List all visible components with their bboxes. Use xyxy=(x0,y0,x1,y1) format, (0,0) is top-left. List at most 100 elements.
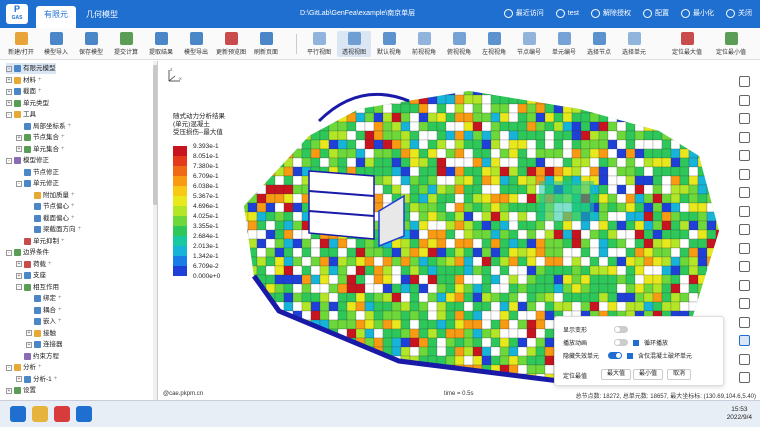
config-button[interactable]: 配置 xyxy=(643,8,669,18)
tree-node[interactable]: + 截面 + xyxy=(6,86,42,97)
refresh-icon[interactable] xyxy=(739,261,750,272)
minimize-button[interactable]: 最小化 xyxy=(681,8,714,18)
view-btn-9[interactable]: 选择单元 xyxy=(617,31,651,57)
expander-icon[interactable]: + xyxy=(16,146,22,152)
toolbar-btn-3[interactable]: 提交计算 xyxy=(109,31,143,57)
tree-node[interactable]: 梁截面方向 + xyxy=(26,224,81,235)
view-btn-6[interactable]: 节点编号 xyxy=(512,31,546,57)
show-deform-toggle[interactable] xyxy=(614,326,629,333)
tree-node[interactable]: 绑定 + xyxy=(26,293,62,304)
locate-max-button[interactable]: 最大值 xyxy=(601,369,632,380)
expander-icon[interactable]: + xyxy=(16,272,22,279)
toolbar-btn-5[interactable]: 模型导出 xyxy=(179,31,213,57)
expander-icon[interactable]: + xyxy=(26,341,32,348)
expander-icon[interactable]: + xyxy=(16,261,22,267)
expander-icon[interactable]: - xyxy=(16,180,22,187)
tag2-icon[interactable] xyxy=(739,224,750,235)
tab-geometry[interactable]: 几何模型 xyxy=(78,6,126,28)
play-icon[interactable] xyxy=(739,242,750,254)
move-icon[interactable] xyxy=(739,298,750,309)
toolbar-btn-2[interactable]: 保存模型 xyxy=(74,31,108,57)
tree-node[interactable]: + 设置 xyxy=(6,385,36,396)
locate-min-button[interactable]: 最小值 xyxy=(633,369,664,380)
cube-icon[interactable] xyxy=(739,316,750,328)
tag-icon[interactable] xyxy=(739,205,750,217)
expander-icon[interactable]: - xyxy=(6,65,12,72)
expander-icon[interactable]: + xyxy=(16,134,22,141)
locate-btn-0[interactable]: 定位最大值 xyxy=(670,31,704,57)
add-icon[interactable]: + xyxy=(71,201,75,212)
add-icon[interactable]: + xyxy=(58,305,62,316)
expander-icon[interactable]: + xyxy=(6,387,12,394)
tree-node[interactable]: 单元抑制 + xyxy=(16,236,65,247)
pkpm-app-icon[interactable] xyxy=(76,406,92,422)
close-button[interactable]: 关闭 xyxy=(726,8,752,18)
expander-icon[interactable]: + xyxy=(26,330,32,336)
view-btn-7[interactable]: 单元编号 xyxy=(547,31,581,57)
list-icon[interactable] xyxy=(739,94,750,106)
tree-node[interactable]: + 节点集合 + xyxy=(16,132,65,143)
view-btn-2[interactable]: 默认视角 xyxy=(372,31,406,57)
locate-btn-1[interactable]: 定位最小值 xyxy=(714,31,748,57)
view-btn-8[interactable]: 选择节点 xyxy=(582,31,616,57)
help-icon[interactable] xyxy=(739,372,750,383)
folder-icon[interactable] xyxy=(32,406,48,422)
tree-node[interactable]: + 荷载 + xyxy=(16,259,52,270)
view-btn-5[interactable]: 左视视角 xyxy=(477,31,511,57)
add-icon[interactable]: + xyxy=(71,190,75,201)
loop-play-checkbox[interactable] xyxy=(633,339,640,346)
wps-icon[interactable] xyxy=(54,406,70,422)
tree-node[interactable]: 耦合 + xyxy=(26,305,62,316)
add-icon[interactable]: + xyxy=(58,316,62,327)
tree-node[interactable]: 局部坐标系 + xyxy=(16,121,71,132)
expander-icon[interactable]: + xyxy=(6,100,12,106)
tree-node[interactable]: 嵌入 + xyxy=(26,316,62,327)
add-icon[interactable]: + xyxy=(68,121,72,132)
toolbar-btn-7[interactable]: 刷新页面 xyxy=(249,31,283,57)
expander-icon[interactable]: - xyxy=(6,364,12,371)
add-icon[interactable]: + xyxy=(78,224,82,235)
tree-node[interactable]: + 单元类型 xyxy=(6,98,49,109)
tree-node[interactable]: + 分析-1 + xyxy=(16,374,57,385)
play-anim-toggle[interactable] xyxy=(614,339,629,346)
tree-node[interactable]: + 接触 xyxy=(26,328,56,339)
add-icon[interactable]: + xyxy=(54,374,58,385)
add-icon[interactable]: + xyxy=(61,144,65,155)
menu-icon[interactable] xyxy=(739,76,750,87)
tree-node[interactable]: - 分析 + xyxy=(6,362,42,373)
add-icon[interactable]: + xyxy=(38,86,42,97)
cancel-button[interactable]: 取消 xyxy=(667,369,692,380)
toolbar-btn-0[interactable]: 新建/打开 xyxy=(4,31,38,57)
tree-node[interactable]: + 支座 xyxy=(16,270,46,281)
tree-node[interactable]: - 模型修正 xyxy=(6,155,49,166)
hide-failed-toggle[interactable] xyxy=(608,352,623,359)
view-btn-4[interactable]: 俯视视角 xyxy=(442,31,476,57)
view-btn-0[interactable]: 平行视图 xyxy=(302,31,336,57)
hand-icon[interactable] xyxy=(739,150,750,161)
tree-node[interactable]: - 工具 xyxy=(6,109,36,120)
table-icon[interactable] xyxy=(739,335,750,346)
expander-icon[interactable]: - xyxy=(6,249,12,256)
tab-fem[interactable]: 有限元 xyxy=(36,6,76,28)
tree-node[interactable]: 截面偏心 + xyxy=(26,213,75,224)
system-clock[interactable]: 15:53 2022/9/4 xyxy=(727,406,752,422)
tree-node[interactable]: 约束方程 xyxy=(16,351,59,362)
toolbar-btn-4[interactable]: 提取结果 xyxy=(144,31,178,57)
expander-icon[interactable]: - xyxy=(6,157,12,164)
camera-icon[interactable] xyxy=(739,168,750,180)
expander-icon[interactable]: - xyxy=(6,111,12,118)
add-icon[interactable]: + xyxy=(38,362,42,373)
gear-icon[interactable] xyxy=(739,353,750,365)
expand-icon[interactable] xyxy=(739,187,750,198)
user-button[interactable]: test xyxy=(555,8,579,18)
concrete-only-checkbox[interactable] xyxy=(627,352,634,359)
tree-node[interactable]: 节点偏心 + xyxy=(26,201,75,212)
tree-node[interactable]: + 单元集合 + xyxy=(16,144,65,155)
copy-icon[interactable] xyxy=(739,131,750,143)
view-btn-3[interactable]: 前视视角 xyxy=(407,31,441,57)
toolbar-btn-6[interactable]: 更新预览图 xyxy=(214,31,248,57)
tree-node[interactable]: - 相互作用 xyxy=(16,282,59,293)
expander-icon[interactable]: - xyxy=(16,284,22,290)
add-icon[interactable]: + xyxy=(61,236,65,247)
tree-node[interactable]: + 材料 + xyxy=(6,75,42,86)
